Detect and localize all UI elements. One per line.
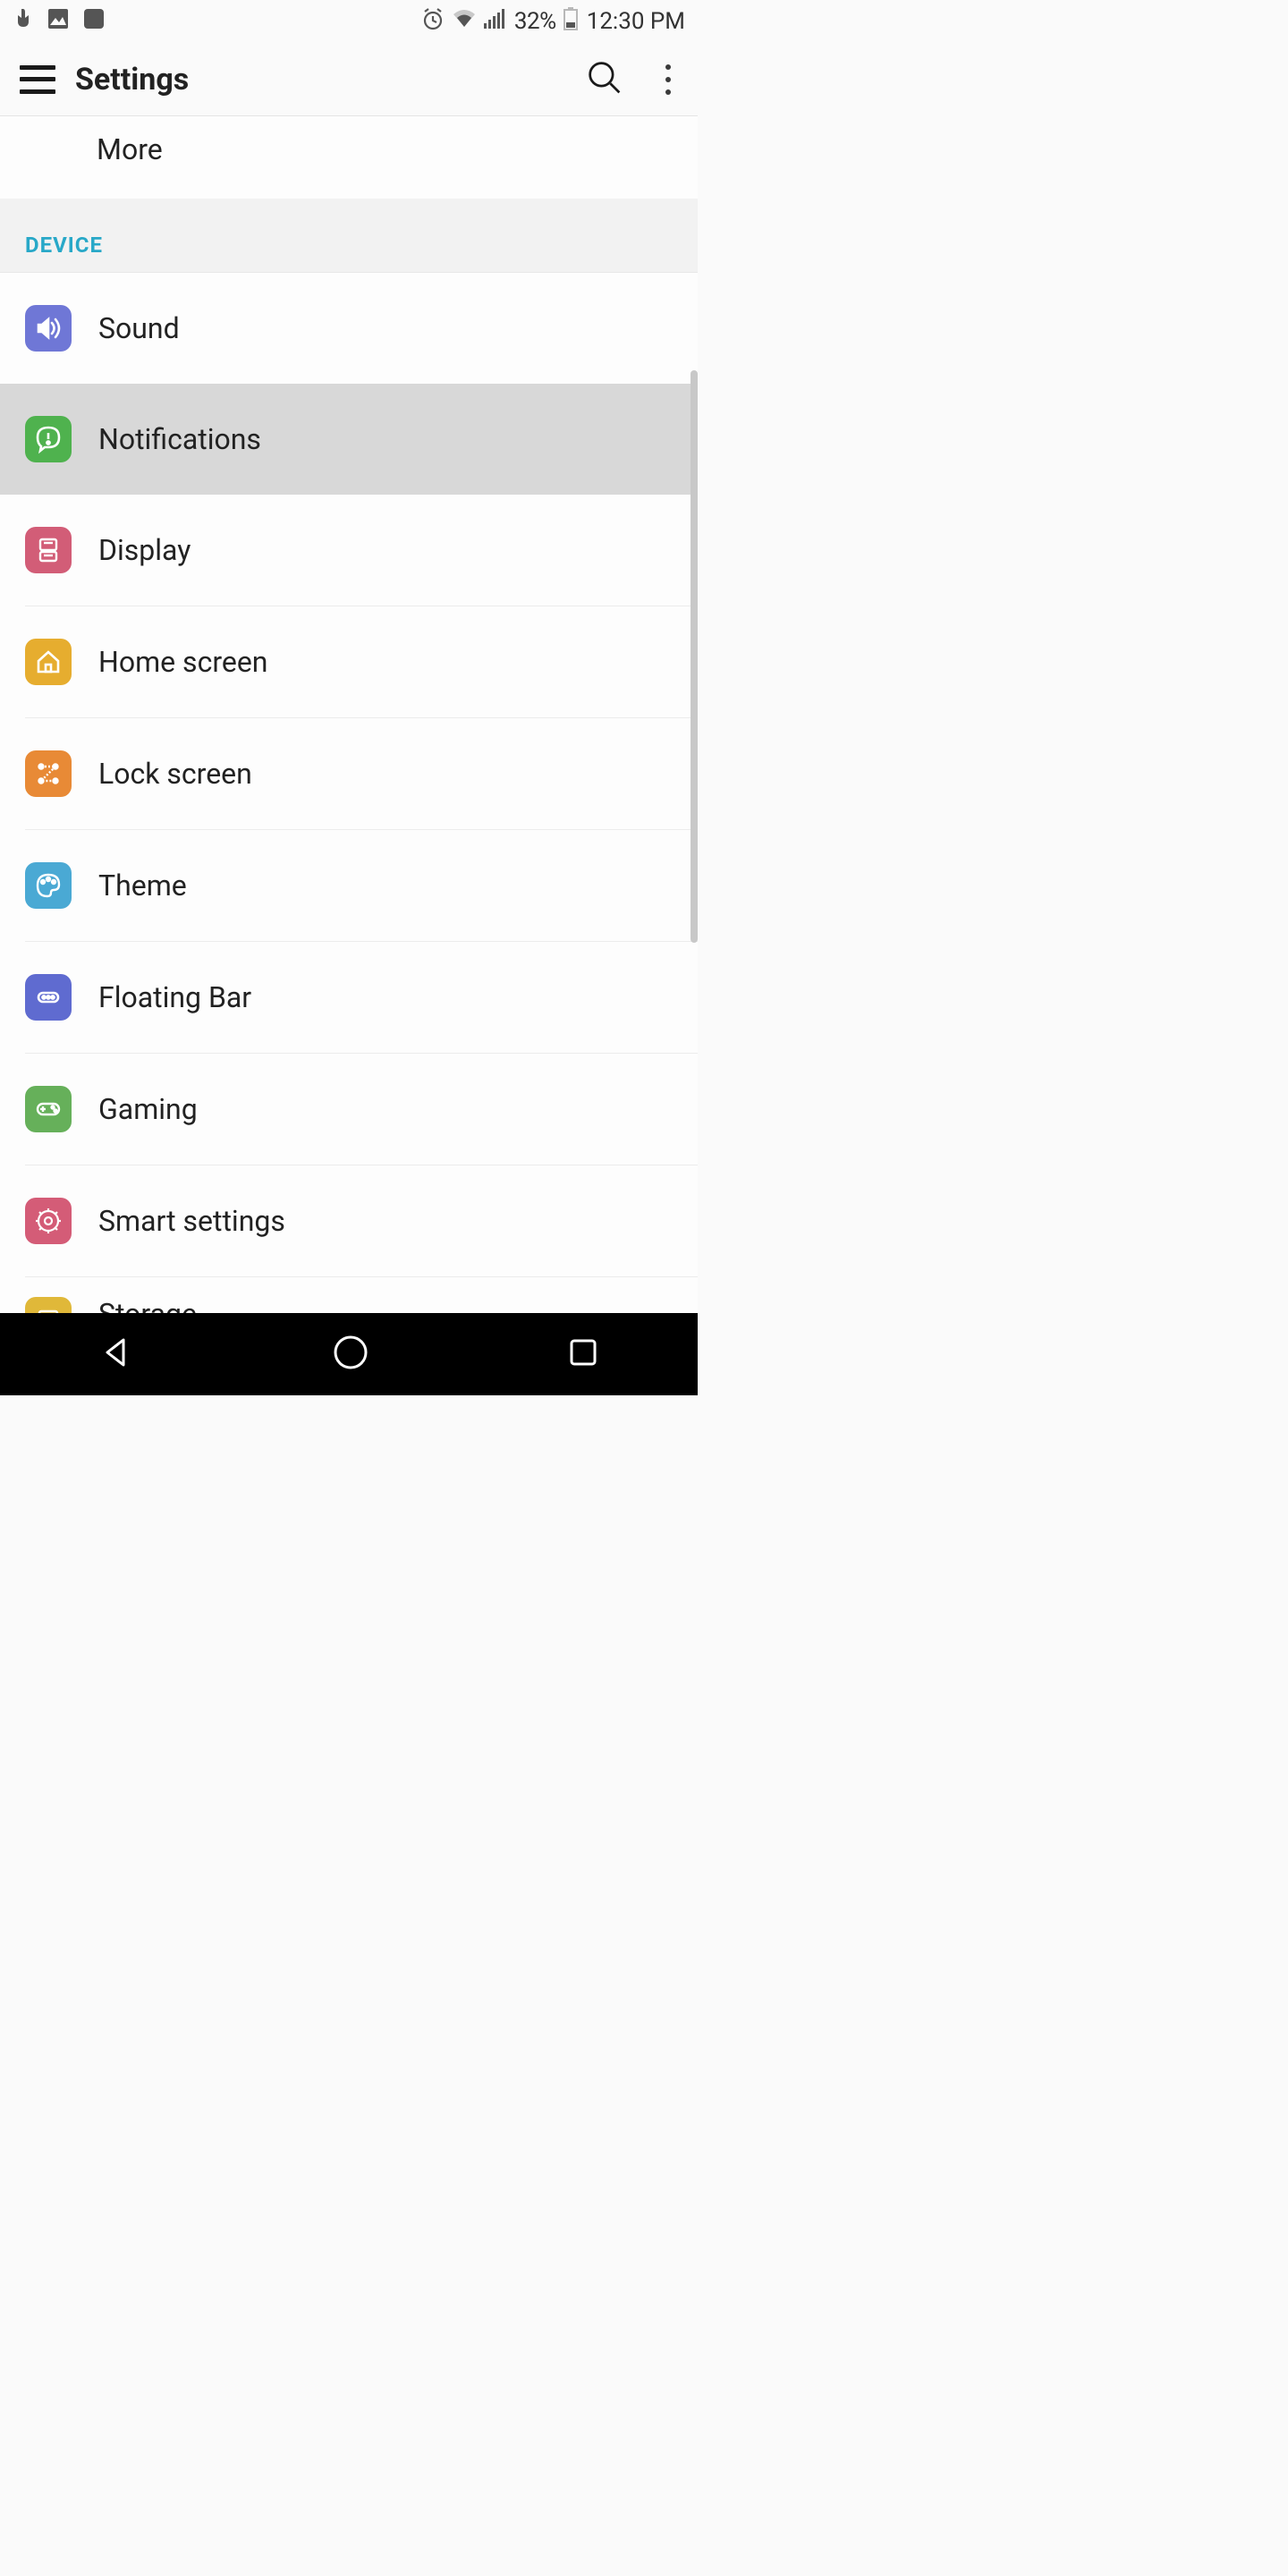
notification-image-icon [47,7,70,37]
item-label: Theme [98,869,187,902]
back-button[interactable] [98,1335,134,1374]
more-label: More [97,132,163,166]
recent-apps-button[interactable] [567,1336,599,1372]
alarm-icon [421,7,445,37]
clock-time: 12:30 PM [587,8,685,35]
sound-icon [25,305,72,352]
screen: 32% 12:30 PM Settings More DEVICE [0,0,698,1395]
item-notifications[interactable]: Notifications [0,384,698,495]
notification-touch-icon [13,7,34,37]
more-item[interactable]: More [0,116,698,199]
item-display[interactable]: Display [0,495,698,606]
battery-icon [564,7,578,37]
item-lock-screen[interactable]: Lock screen [0,718,698,829]
item-theme[interactable]: Theme [0,830,698,941]
home-button[interactable] [332,1334,369,1375]
notification-square-icon [82,7,106,37]
item-smart-settings[interactable]: Smart settings [0,1165,698,1276]
lock-icon [25,750,72,797]
item-storage[interactable]: Storage 26.91 GB used of 64.00 GB [0,1277,698,1313]
settings-list[interactable]: More DEVICE Sound Notifications Display [0,116,698,1313]
section-header-device: DEVICE [0,199,698,273]
overflow-menu-button[interactable] [658,59,678,100]
display-icon [25,527,72,573]
app-bar: Settings [0,43,698,116]
floating-bar-icon [25,974,72,1021]
status-right: 32% 12:30 PM [421,7,685,37]
signal-icon [484,8,507,35]
item-label: Floating Bar [98,980,251,1014]
navigation-bar [0,1313,698,1395]
battery-percent: 32% [514,8,556,35]
home-icon [25,639,72,685]
wifi-icon [452,8,477,35]
item-label: Storage [98,1297,387,1313]
item-label: Notifications [98,422,261,456]
gaming-icon [25,1086,72,1132]
notifications-icon [25,416,72,462]
item-gaming[interactable]: Gaming [0,1054,698,1165]
status-left-icons [13,7,106,37]
item-label: Display [98,533,191,567]
item-home-screen[interactable]: Home screen [0,606,698,717]
menu-button[interactable] [20,65,55,94]
status-bar: 32% 12:30 PM [0,0,698,43]
page-title: Settings [75,62,189,97]
item-floating-bar[interactable]: Floating Bar [0,942,698,1053]
theme-icon [25,862,72,909]
item-label: Home screen [98,645,267,679]
item-label: Sound [98,311,180,345]
item-sound[interactable]: Sound [0,273,698,384]
scrollbar[interactable] [691,370,698,943]
item-label: Lock screen [98,757,252,791]
storage-icon [25,1297,72,1313]
search-button[interactable] [587,60,623,99]
smart-settings-icon [25,1198,72,1244]
item-label: Smart settings [98,1204,285,1238]
item-label: Gaming [98,1092,198,1126]
